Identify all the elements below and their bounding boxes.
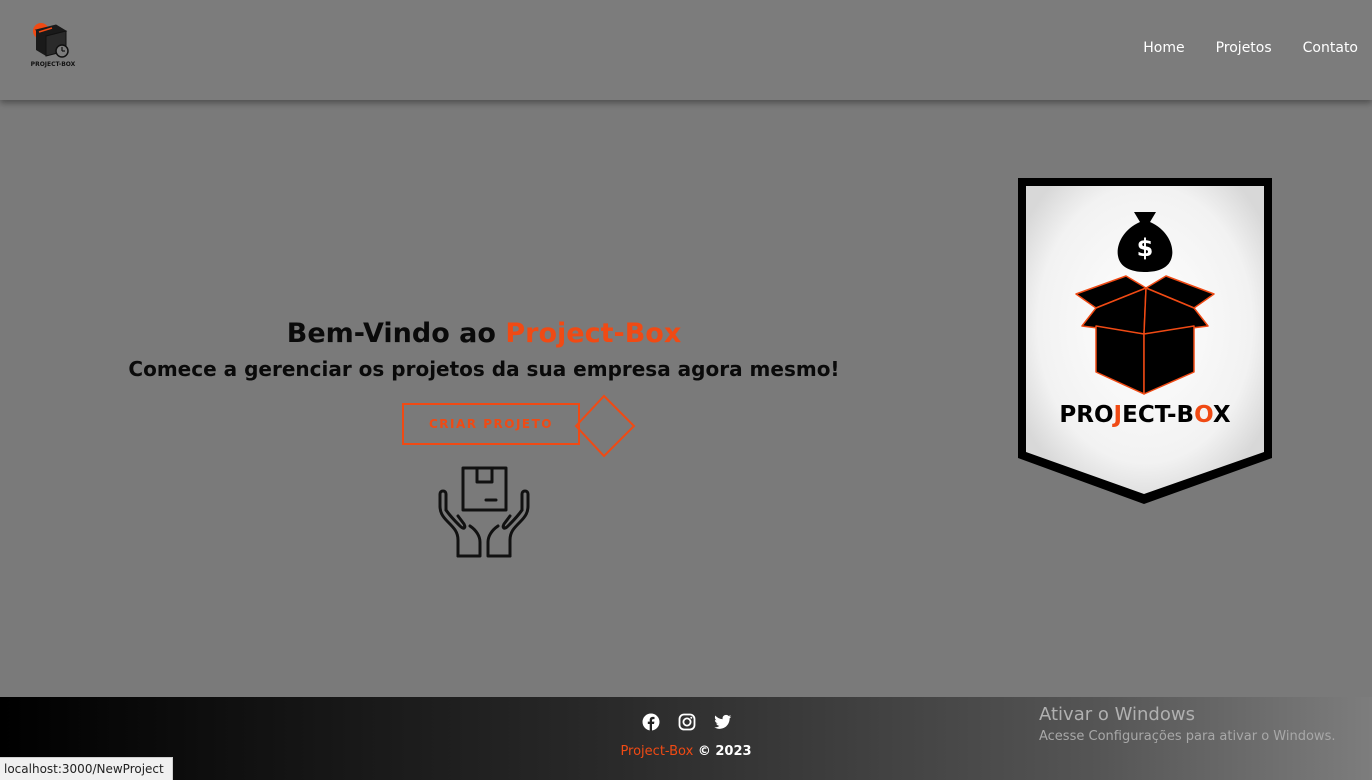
project-box-logo[interactable]: PROJECT-BOX bbox=[26, 22, 80, 68]
hands-holding-box-icon bbox=[438, 466, 530, 558]
nav-home-link[interactable]: Home bbox=[1143, 40, 1184, 56]
browser-status-url: localhost:3000/NewProject bbox=[0, 757, 173, 780]
social-links bbox=[642, 713, 732, 731]
facebook-icon[interactable] bbox=[642, 713, 660, 731]
project-box-shield-logo: $ PROJECT-BOX bbox=[1018, 178, 1272, 504]
main-nav: Home Projetos Contato bbox=[1112, 40, 1372, 56]
hero-title-prefix: Bem-Vindo ao bbox=[286, 318, 506, 349]
nav-contato-link[interactable]: Contato bbox=[1303, 40, 1358, 56]
diamond-decoration-icon bbox=[574, 394, 636, 458]
nav-projetos-link[interactable]: Projetos bbox=[1216, 40, 1272, 56]
windows-activation-subtitle: Acesse Configurações para ativar o Windo… bbox=[1039, 729, 1336, 744]
svg-text:PROJECT-BOX: PROJECT-BOX bbox=[1059, 402, 1230, 428]
hero-title-brand: Project-Box bbox=[505, 318, 682, 349]
footer-brand: Project-Box bbox=[620, 744, 694, 759]
windows-activation-title: Ativar o Windows bbox=[1039, 704, 1195, 725]
site-header: PROJECT-BOX Home Projetos Contato bbox=[0, 0, 1372, 100]
svg-text:PROJECT-BOX: PROJECT-BOX bbox=[31, 61, 76, 68]
copyright-year: © 2023 bbox=[693, 744, 752, 759]
create-project-cta: CRIAR PROJETO bbox=[400, 394, 640, 460]
svg-text:$: $ bbox=[1137, 234, 1154, 262]
hero-subtitle: Comece a gerenciar os projetos da sua em… bbox=[128, 357, 840, 381]
copyright-text: Project-Box © 2023 bbox=[0, 744, 1372, 759]
instagram-icon[interactable] bbox=[678, 713, 696, 731]
twitter-icon[interactable] bbox=[714, 713, 732, 731]
hero-title: Bem-Vindo ao Project-Box bbox=[0, 318, 968, 349]
create-project-button[interactable]: CRIAR PROJETO bbox=[402, 403, 580, 445]
